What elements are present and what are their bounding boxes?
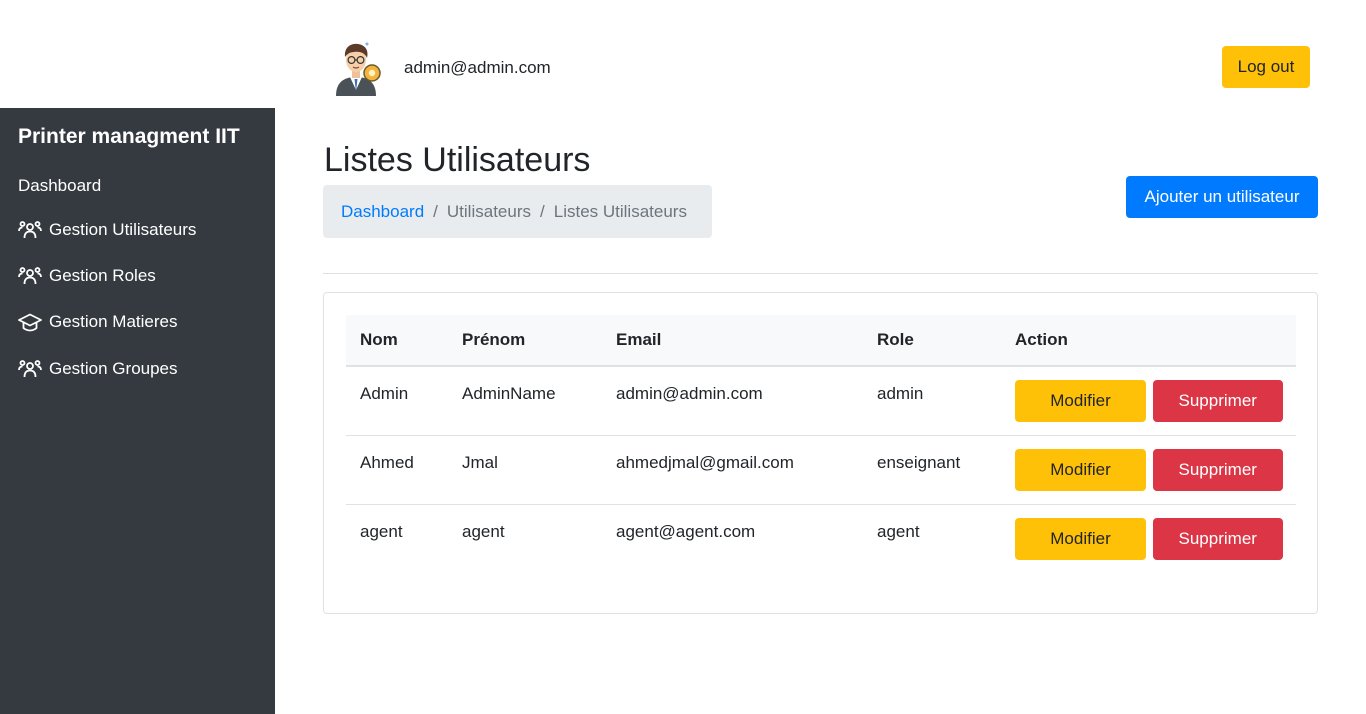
cell-actions: Modifier Supprimer <box>1001 504 1296 573</box>
breadcrumb-link-dashboard[interactable]: Dashboard <box>341 202 424 222</box>
table-header-row: Nom Prénom Email Role Action <box>346 315 1296 367</box>
column-header-nom: Nom <box>346 315 448 367</box>
column-header-email: Email <box>602 315 863 367</box>
users-card: Nom Prénom Email Role Action Admin Admin… <box>323 292 1318 614</box>
cell-email: admin@admin.com <box>602 366 863 436</box>
sidebar-item-gestion-utilisateurs[interactable]: Gestion Utilisateurs <box>18 219 196 241</box>
cell-actions: Modifier Supprimer <box>1001 435 1296 505</box>
users-icon <box>18 358 42 380</box>
users-icon <box>18 265 42 287</box>
column-header-action: Action <box>1001 315 1296 367</box>
cell-prenom: AdminName <box>448 366 602 436</box>
sidebar-item-gestion-roles[interactable]: Gestion Roles <box>18 265 156 287</box>
breadcrumb-separator: / <box>540 201 545 221</box>
table-row: Ahmed Jmal ahmedjmal@gmail.com enseignan… <box>346 435 1296 505</box>
users-icon <box>18 219 42 241</box>
sidebar-item-label: Gestion Matieres <box>49 312 178 331</box>
breadcrumb: Dashboard / Utilisateurs / Listes Utilis… <box>323 185 712 238</box>
add-user-button[interactable]: Ajouter un utilisateur <box>1126 176 1318 218</box>
column-header-role: Role <box>863 315 1001 367</box>
cell-nom: Ahmed <box>346 435 448 505</box>
delete-button[interactable]: Supprimer <box>1152 448 1283 491</box>
cell-email: ahmedjmal@gmail.com <box>602 435 863 505</box>
cell-role: admin <box>863 366 1001 436</box>
modify-button[interactable]: Modifier <box>1015 448 1146 491</box>
logout-button[interactable]: Log out <box>1222 46 1310 88</box>
sidebar-item-gestion-groupes[interactable]: Gestion Groupes <box>18 358 178 380</box>
cell-role: agent <box>877 521 920 541</box>
breadcrumb-separator: / <box>433 201 438 221</box>
sidebar-item-label: Gestion Roles <box>49 266 156 285</box>
cell-prenom: Jmal <box>448 435 602 505</box>
delete-button[interactable]: Supprimer <box>1152 380 1283 422</box>
sidebar-item-dashboard[interactable]: Dashboard <box>18 176 101 196</box>
users-table: Nom Prénom Email Role Action Admin Admin… <box>346 315 1296 573</box>
user-email: admin@admin.com <box>404 58 551 77</box>
modify-button[interactable]: Modifier <box>1015 380 1146 422</box>
sidebar-item-label: Dashboard <box>18 176 102 195</box>
breadcrumb-item-utilisateurs: Utilisateurs <box>446 201 531 221</box>
cell-email: agent@agent.com <box>616 521 756 541</box>
table-row: Admin AdminName admin@admin.com admin Mo… <box>346 366 1296 436</box>
breadcrumb-item-current: Listes Utilisateurs <box>553 201 687 221</box>
page-title: Listes Utilisateurs <box>324 141 591 179</box>
sidebar-brand: Printer managment IIT <box>18 125 240 148</box>
sidebar-item-label: Gestion Groupes <box>49 359 178 378</box>
delete-button[interactable]: Supprimer <box>1152 517 1283 560</box>
sidebar: Printer managment IIT Dashboard Gestion … <box>0 108 275 714</box>
modify-button[interactable]: Modifier <box>1015 517 1146 560</box>
divider <box>323 273 1318 274</box>
cell-actions: Modifier Supprimer <box>1001 366 1296 436</box>
sidebar-item-label: Gestion Utilisateurs <box>49 220 197 239</box>
user-avatar <box>332 40 384 96</box>
cell-prenom: agent <box>462 521 505 541</box>
column-header-prenom: Prénom <box>448 315 602 367</box>
cell-role: enseignant <box>863 435 1001 505</box>
cell-nom: agent <box>360 521 403 541</box>
table-row: agent agent agent@agent.com agent Modifi… <box>346 504 1296 573</box>
graduation-cap-icon <box>18 311 42 333</box>
cell-nom: Admin <box>346 366 448 436</box>
sidebar-item-gestion-matieres[interactable]: Gestion Matieres <box>18 311 178 333</box>
